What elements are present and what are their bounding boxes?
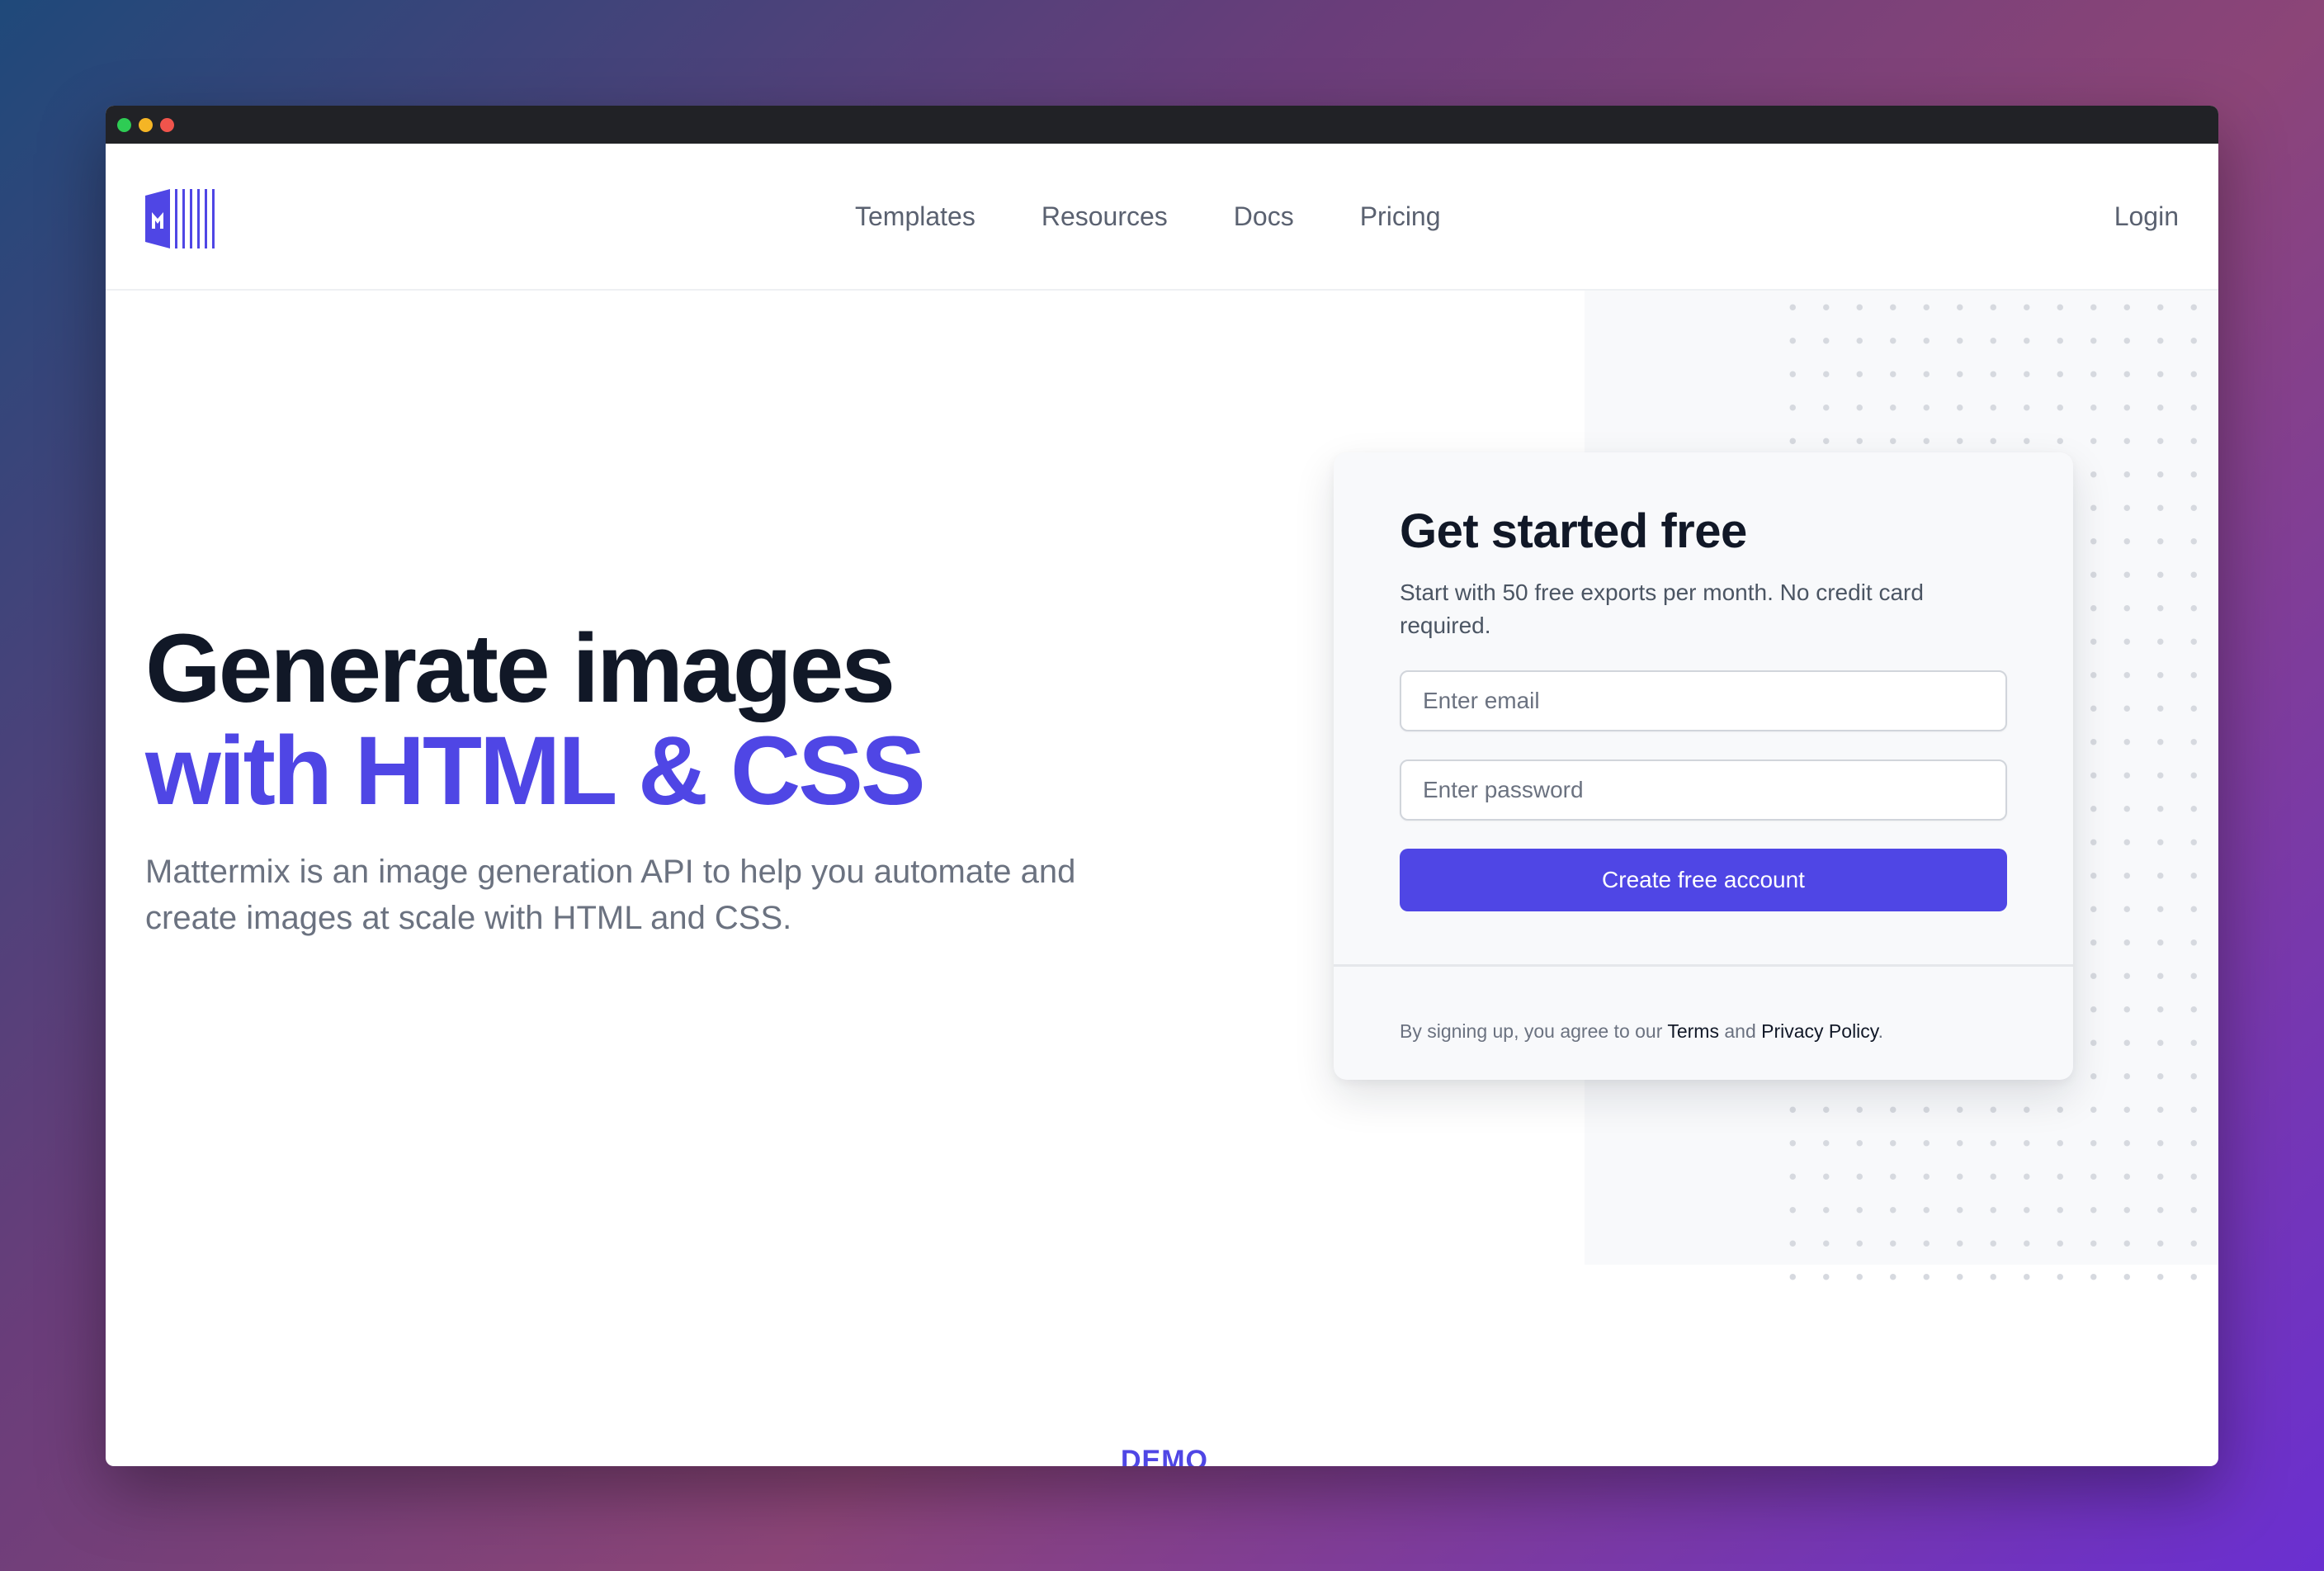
nav-link-resources[interactable]: Resources — [1042, 201, 1168, 232]
main-nav: Templates Resources Docs Pricing — [855, 193, 1507, 239]
nav-link-templates[interactable]: Templates — [855, 201, 975, 232]
legal-prefix: By signing up, you agree to our — [1400, 1020, 1663, 1042]
terms-link[interactable]: Terms — [1667, 1020, 1719, 1042]
legal-and: and — [1724, 1020, 1756, 1042]
window-minimize-button[interactable] — [139, 118, 153, 132]
browser-window: Templates Resources Docs Pricing Login G… — [106, 106, 2218, 1466]
nav-link-docs[interactable]: Docs — [1234, 201, 1294, 232]
legal-notice: By signing up, you agree to our Terms an… — [1400, 1020, 1883, 1043]
demo-section-label: DEMO — [1121, 1445, 1208, 1466]
legal-period: . — [1878, 1020, 1883, 1042]
create-account-button[interactable]: Create free account — [1400, 849, 2007, 911]
hero-title-line2: with HTML & CSS — [145, 717, 926, 826]
login-link[interactable]: Login — [2114, 193, 2179, 239]
top-navbar: Templates Resources Docs Pricing Login — [106, 144, 2218, 291]
email-field[interactable] — [1400, 670, 2007, 731]
hero-description: Mattermix is an image generation API to … — [145, 854, 1076, 936]
signup-card: Get started free Start with 50 free expo… — [1334, 452, 2073, 1080]
password-field[interactable] — [1400, 759, 2007, 821]
signup-subtitle: Start with 50 free exports per month. No… — [1400, 580, 1924, 638]
window-maximize-button[interactable] — [117, 118, 131, 132]
privacy-policy-link[interactable]: Privacy Policy — [1761, 1020, 1878, 1042]
signup-title: Get started free — [1400, 504, 1747, 558]
window-close-button[interactable] — [160, 118, 174, 132]
hero-title-line1: Generate images — [145, 614, 895, 723]
card-divider — [1334, 964, 2073, 967]
mattermix-logo[interactable] — [145, 189, 215, 248]
window-titlebar — [106, 106, 2218, 144]
nav-link-pricing[interactable]: Pricing — [1360, 201, 1441, 232]
hero-title: Generate images with HTML & CSS — [145, 614, 926, 826]
